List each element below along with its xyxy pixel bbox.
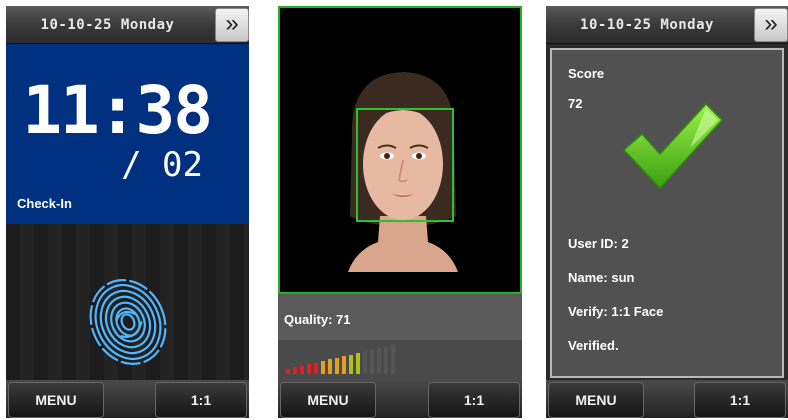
day-display: / 02 — [121, 145, 203, 185]
verify-mode-button[interactable]: 1:1 — [694, 382, 786, 418]
bottom-bar: MENU 1:1 — [546, 380, 788, 418]
quality-meter-bar — [363, 351, 367, 374]
user-id: User ID: 2 — [568, 236, 629, 251]
quality-meter-bar — [314, 362, 318, 374]
quality-meter-bar — [321, 361, 325, 374]
verify-mode-button[interactable]: 1:1 — [155, 382, 247, 418]
attendance-screen: 10-10-25 Monday » 11:38 / 02 Check-In ME… — [6, 6, 249, 418]
quality-meter-bar — [293, 367, 297, 374]
quality-meter-bar — [370, 349, 374, 374]
time-display: 11:38 — [22, 72, 213, 149]
quality-meter — [286, 344, 446, 374]
verification-result: Verified. — [568, 338, 619, 353]
top-bar: 10-10-25 Monday » — [546, 6, 788, 44]
quality-label: Quality: 71 — [284, 312, 351, 327]
quality-meter-bar — [286, 369, 290, 374]
quality-meter-bar — [300, 365, 304, 374]
quality-panel: Quality: 71 — [278, 294, 522, 382]
score-label: Score — [568, 66, 605, 81]
camera-preview — [278, 6, 522, 294]
date-display: 10-10-25 Monday — [40, 17, 175, 33]
verify-mode-button[interactable]: 1:1 — [428, 382, 520, 418]
quality-meter-bar — [391, 345, 395, 374]
date-display: 10-10-25 Monday — [580, 17, 714, 33]
attendance-status: Check-In — [17, 196, 72, 211]
bottom-bar: MENU 1:1 — [6, 380, 249, 418]
more-button[interactable]: » — [754, 8, 788, 42]
face-capture-screen: Quality: 71 MENU 1:1 — [278, 6, 522, 418]
verification-result-screen: 10-10-25 Monday » Score 72 User ID: 2 Na… — [546, 6, 788, 418]
quality-meter-bar — [384, 346, 388, 374]
checkmark-icon — [622, 102, 724, 190]
verify-method: Verify: 1:1 Face — [568, 304, 664, 319]
fingerprint-icon — [89, 279, 167, 365]
quality-meter-bar — [342, 356, 346, 374]
score-value: 72 — [568, 96, 583, 111]
face-detection-frame — [356, 108, 454, 222]
result-panel: Score 72 User ID: 2 Name: sun Verify: 1:… — [550, 48, 784, 378]
menu-button[interactable]: MENU — [280, 382, 376, 418]
more-button[interactable]: » — [215, 8, 249, 42]
quality-meter-bar — [307, 364, 311, 374]
bottom-bar: MENU 1:1 — [278, 380, 522, 418]
quality-meter-bar — [377, 348, 381, 374]
menu-button[interactable]: MENU — [548, 382, 644, 418]
quality-meter-bar — [335, 357, 339, 374]
quality-meter-bar — [356, 353, 360, 374]
quality-meter-bar — [349, 354, 353, 374]
user-name: Name: sun — [568, 270, 635, 285]
clock-panel: 11:38 / 02 Check-In — [6, 44, 249, 224]
fingerprint-panel — [6, 224, 249, 382]
menu-button[interactable]: MENU — [8, 382, 104, 418]
quality-meter-bar — [328, 359, 332, 374]
top-bar: 10-10-25 Monday » — [6, 6, 249, 44]
